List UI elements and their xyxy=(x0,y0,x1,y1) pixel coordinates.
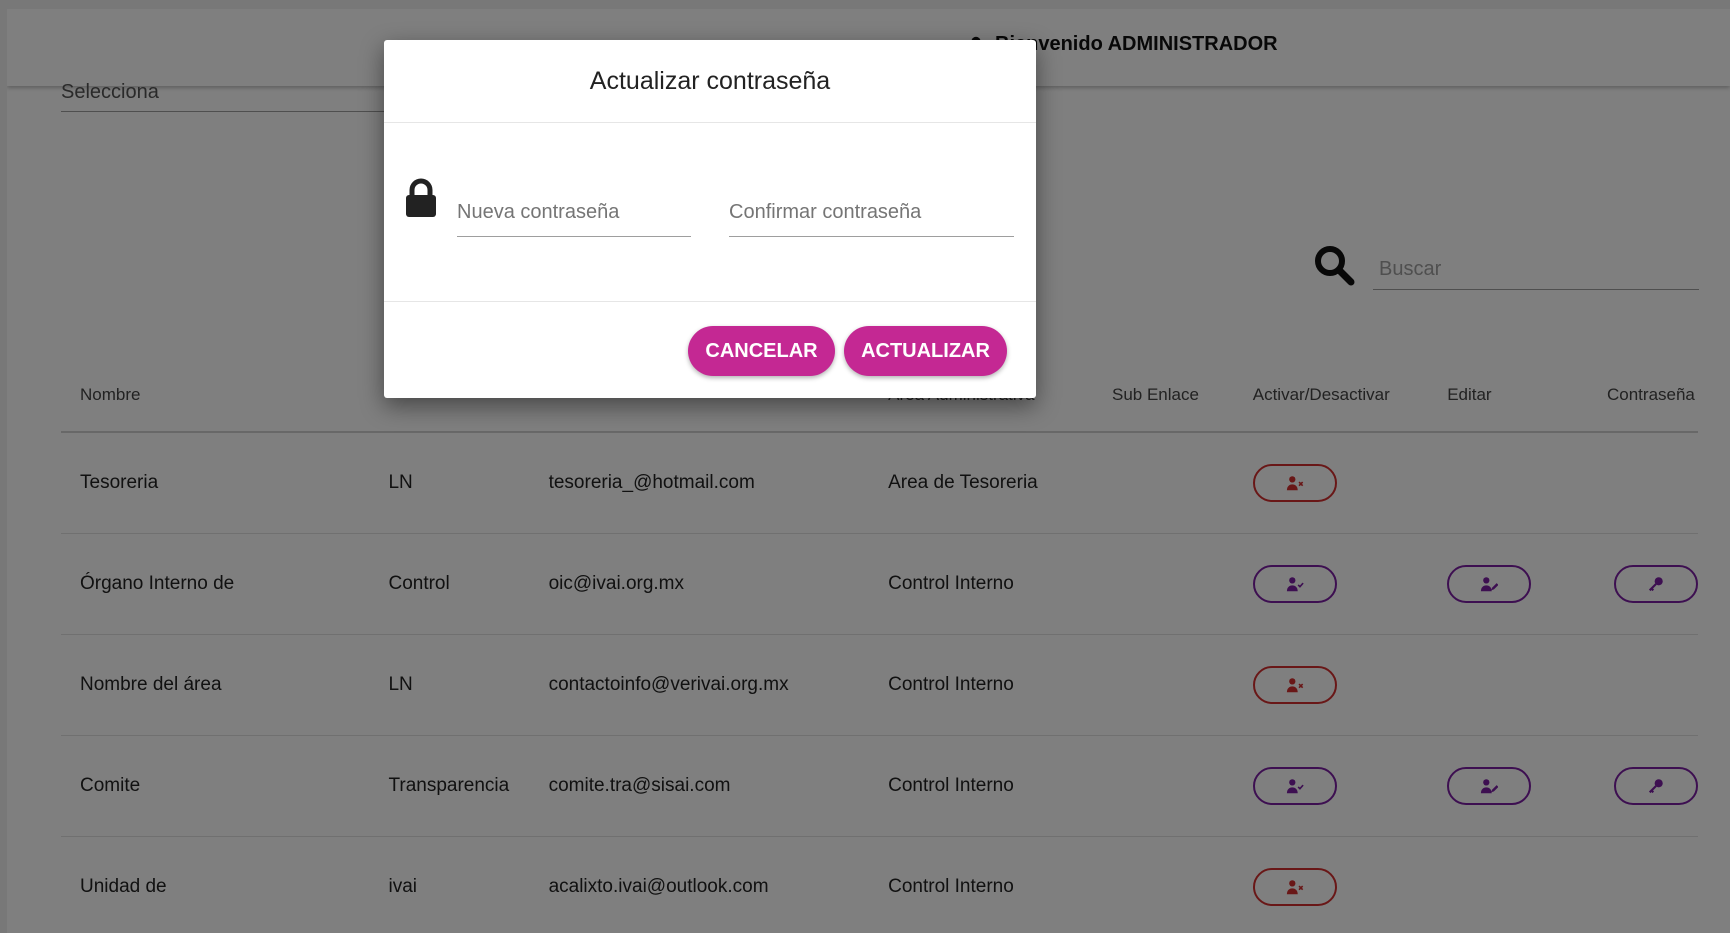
confirm-password-field xyxy=(729,192,1014,237)
lock-icon xyxy=(406,178,436,217)
dialog-title: Actualizar contraseña xyxy=(589,66,831,95)
dialog-header: Actualizar contraseña xyxy=(384,40,1036,123)
update-button[interactable]: ACTUALIZAR xyxy=(844,326,1007,376)
change-password-dialog: Actualizar contraseña CANCELAR ACTUALIZA… xyxy=(384,40,1036,398)
new-password-input[interactable] xyxy=(457,192,691,232)
dialog-footer-divider xyxy=(384,301,1036,302)
cancel-button[interactable]: CANCELAR xyxy=(688,326,835,376)
new-password-field xyxy=(457,192,691,237)
confirm-password-input[interactable] xyxy=(729,192,1014,232)
